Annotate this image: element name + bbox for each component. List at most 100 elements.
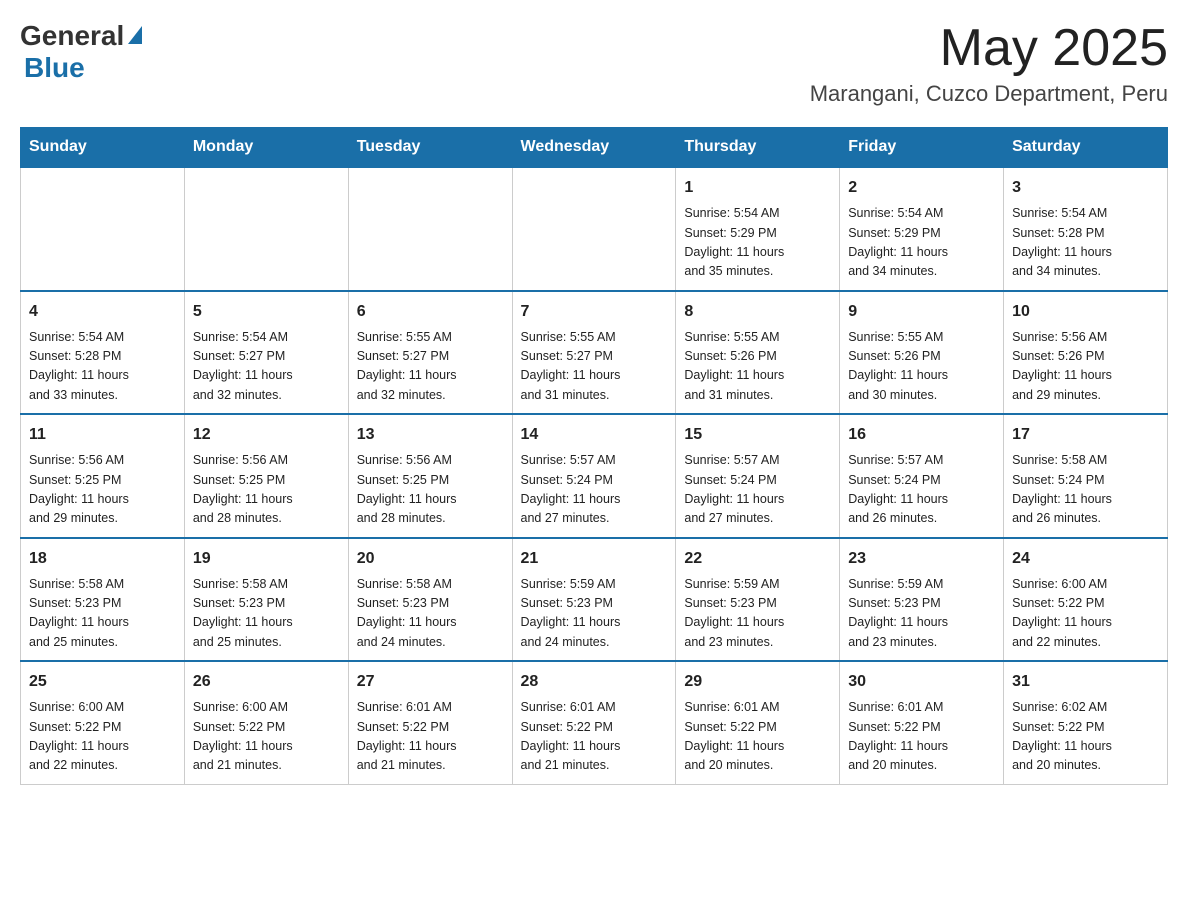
calendar-day-cell: 23Sunrise: 5:59 AMSunset: 5:23 PMDayligh… — [840, 538, 1004, 662]
calendar-day-cell: 27Sunrise: 6:01 AMSunset: 5:22 PMDayligh… — [348, 661, 512, 784]
day-info: Sunrise: 5:54 AMSunset: 5:29 PMDaylight:… — [848, 204, 995, 282]
calendar-day-header: Thursday — [676, 128, 840, 168]
calendar-day-header: Saturday — [1004, 128, 1168, 168]
day-number: 16 — [848, 423, 995, 447]
calendar-day-cell: 6 Sunrise: 5:55 AMSunset: 5:27 PMDaylight… — [348, 291, 512, 415]
calendar-week-row: 1 Sunrise: 5:54 AMSunset: 5:29 PMDaylight… — [21, 167, 1168, 291]
day-info: Sunrise: 6:00 AMSunset: 5:22 PMDaylight:… — [193, 698, 340, 776]
day-info: Sunrise: 5:59 AMSunset: 5:23 PMDaylight:… — [684, 575, 831, 653]
day-info: Sunrise: 6:01 AMSunset: 5:22 PMDaylight:… — [848, 698, 995, 776]
day-number: 17 — [1012, 423, 1159, 447]
logo-triangle-icon — [128, 26, 142, 44]
calendar-day-cell: 15 Sunrise: 5:57 AMSunset: 5:24 PMDayligh… — [676, 414, 840, 538]
day-info: Sunrise: 5:57 AMSunset: 5:24 PMDaylight:… — [521, 451, 668, 529]
day-number: 3 — [1012, 176, 1159, 200]
day-number: 2 — [848, 176, 995, 200]
day-number: 19 — [193, 547, 340, 571]
calendar-header-row: SundayMondayTuesdayWednesdayThursdayFrid… — [21, 128, 1168, 168]
day-number: 29 — [684, 670, 831, 694]
calendar-day-cell: 10Sunrise: 5:56 AMSunset: 5:26 PMDayligh… — [1004, 291, 1168, 415]
calendar-day-cell: 3 Sunrise: 5:54 AMSunset: 5:28 PMDaylight… — [1004, 167, 1168, 291]
calendar-week-row: 18 Sunrise: 5:58 AMSunset: 5:23 PMDayligh… — [21, 538, 1168, 662]
calendar-day-header: Sunday — [21, 128, 185, 168]
day-number: 14 — [521, 423, 668, 447]
day-info: Sunrise: 5:57 AMSunset: 5:24 PMDaylight:… — [684, 451, 831, 529]
calendar-day-cell: 22 Sunrise: 5:59 AMSunset: 5:23 PMDayligh… — [676, 538, 840, 662]
day-number: 9 — [848, 300, 995, 324]
calendar-day-cell — [21, 167, 185, 291]
day-info: Sunrise: 6:02 AMSunset: 5:22 PMDaylight:… — [1012, 698, 1159, 776]
calendar-table: SundayMondayTuesdayWednesdayThursdayFrid… — [20, 127, 1168, 785]
day-info: Sunrise: 5:55 AMSunset: 5:27 PMDaylight:… — [521, 328, 668, 406]
day-info: Sunrise: 5:59 AMSunset: 5:23 PMDaylight:… — [521, 575, 668, 653]
calendar-day-cell: 19 Sunrise: 5:58 AMSunset: 5:23 PMDayligh… — [184, 538, 348, 662]
calendar-day-cell: 14 Sunrise: 5:57 AMSunset: 5:24 PMDayligh… — [512, 414, 676, 538]
calendar-day-cell: 8 Sunrise: 5:55 AMSunset: 5:26 PMDaylight… — [676, 291, 840, 415]
day-number: 6 — [357, 300, 504, 324]
day-info: Sunrise: 6:01 AMSunset: 5:22 PMDaylight:… — [684, 698, 831, 776]
title-block: May 2025 Marangani, Cuzco Department, Pe… — [810, 20, 1168, 107]
calendar-day-cell: 7Sunrise: 5:55 AMSunset: 5:27 PMDaylight… — [512, 291, 676, 415]
calendar-day-cell: 17 Sunrise: 5:58 AMSunset: 5:24 PMDayligh… — [1004, 414, 1168, 538]
calendar-day-cell: 18 Sunrise: 5:58 AMSunset: 5:23 PMDayligh… — [21, 538, 185, 662]
day-number: 15 — [684, 423, 831, 447]
calendar-day-cell: 12 Sunrise: 5:56 AMSunset: 5:25 PMDayligh… — [184, 414, 348, 538]
calendar-week-row: 11 Sunrise: 5:56 AMSunset: 5:25 PMDayligh… — [21, 414, 1168, 538]
calendar-day-cell: 2 Sunrise: 5:54 AMSunset: 5:29 PMDaylight… — [840, 167, 1004, 291]
day-number: 20 — [357, 547, 504, 571]
calendar-day-cell: 1Sunrise: 5:54 AMSunset: 5:29 PMDaylight… — [676, 167, 840, 291]
calendar-day-cell: 26Sunrise: 6:00 AMSunset: 5:22 PMDayligh… — [184, 661, 348, 784]
day-number: 31 — [1012, 670, 1159, 694]
day-info: Sunrise: 5:58 AMSunset: 5:24 PMDaylight:… — [1012, 451, 1159, 529]
calendar-day-cell: 5 Sunrise: 5:54 AMSunset: 5:27 PMDaylight… — [184, 291, 348, 415]
calendar-day-cell: 9Sunrise: 5:55 AMSunset: 5:26 PMDaylight… — [840, 291, 1004, 415]
day-number: 23 — [848, 547, 995, 571]
day-number: 22 — [684, 547, 831, 571]
calendar-day-cell: 24 Sunrise: 6:00 AMSunset: 5:22 PMDayligh… — [1004, 538, 1168, 662]
day-info: Sunrise: 5:55 AMSunset: 5:27 PMDaylight:… — [357, 328, 504, 406]
day-number: 25 — [29, 670, 176, 694]
day-number: 12 — [193, 423, 340, 447]
day-info: Sunrise: 5:55 AMSunset: 5:26 PMDaylight:… — [684, 328, 831, 406]
calendar-day-cell — [512, 167, 676, 291]
day-info: Sunrise: 5:54 AMSunset: 5:28 PMDaylight:… — [1012, 204, 1159, 282]
day-number: 21 — [521, 547, 668, 571]
day-number: 5 — [193, 300, 340, 324]
calendar-day-header: Friday — [840, 128, 1004, 168]
calendar-week-row: 25 Sunrise: 6:00 AMSunset: 5:22 PMDayligh… — [21, 661, 1168, 784]
day-number: 18 — [29, 547, 176, 571]
day-info: Sunrise: 6:00 AMSunset: 5:22 PMDaylight:… — [29, 698, 176, 776]
location-title: Marangani, Cuzco Department, Peru — [810, 81, 1168, 107]
day-number: 28 — [521, 670, 668, 694]
calendar-day-cell: 31 Sunrise: 6:02 AMSunset: 5:22 PMDayligh… — [1004, 661, 1168, 784]
day-info: Sunrise: 5:54 AMSunset: 5:28 PMDaylight:… — [29, 328, 176, 406]
calendar-week-row: 4 Sunrise: 5:54 AMSunset: 5:28 PMDaylight… — [21, 291, 1168, 415]
day-info: Sunrise: 5:56 AMSunset: 5:25 PMDaylight:… — [29, 451, 176, 529]
day-info: Sunrise: 6:01 AMSunset: 5:22 PMDaylight:… — [521, 698, 668, 776]
calendar-day-cell: 11 Sunrise: 5:56 AMSunset: 5:25 PMDayligh… — [21, 414, 185, 538]
calendar-day-cell — [348, 167, 512, 291]
day-info: Sunrise: 5:56 AMSunset: 5:25 PMDaylight:… — [193, 451, 340, 529]
page-header: General Blue May 2025 Marangani, Cuzco D… — [20, 20, 1168, 107]
calendar-day-cell: 20 Sunrise: 5:58 AMSunset: 5:23 PMDayligh… — [348, 538, 512, 662]
calendar-day-cell: 25 Sunrise: 6:00 AMSunset: 5:22 PMDayligh… — [21, 661, 185, 784]
calendar-day-cell: 4 Sunrise: 5:54 AMSunset: 5:28 PMDaylight… — [21, 291, 185, 415]
day-info: Sunrise: 5:58 AMSunset: 5:23 PMDaylight:… — [357, 575, 504, 653]
day-info: Sunrise: 5:56 AMSunset: 5:25 PMDaylight:… — [357, 451, 504, 529]
day-number: 13 — [357, 423, 504, 447]
day-number: 1 — [684, 176, 831, 200]
day-info: Sunrise: 5:56 AMSunset: 5:26 PMDaylight:… — [1012, 328, 1159, 406]
day-number: 24 — [1012, 547, 1159, 571]
day-number: 4 — [29, 300, 176, 324]
month-title: May 2025 — [810, 20, 1168, 77]
day-number: 8 — [684, 300, 831, 324]
day-info: Sunrise: 5:58 AMSunset: 5:23 PMDaylight:… — [29, 575, 176, 653]
day-info: Sunrise: 5:58 AMSunset: 5:23 PMDaylight:… — [193, 575, 340, 653]
day-info: Sunrise: 5:54 AMSunset: 5:27 PMDaylight:… — [193, 328, 340, 406]
day-info: Sunrise: 6:00 AMSunset: 5:22 PMDaylight:… — [1012, 575, 1159, 653]
calendar-day-cell: 13 Sunrise: 5:56 AMSunset: 5:25 PMDayligh… — [348, 414, 512, 538]
day-number: 11 — [29, 423, 176, 447]
calendar-day-cell — [184, 167, 348, 291]
day-info: Sunrise: 6:01 AMSunset: 5:22 PMDaylight:… — [357, 698, 504, 776]
calendar-day-cell: 16Sunrise: 5:57 AMSunset: 5:24 PMDayligh… — [840, 414, 1004, 538]
